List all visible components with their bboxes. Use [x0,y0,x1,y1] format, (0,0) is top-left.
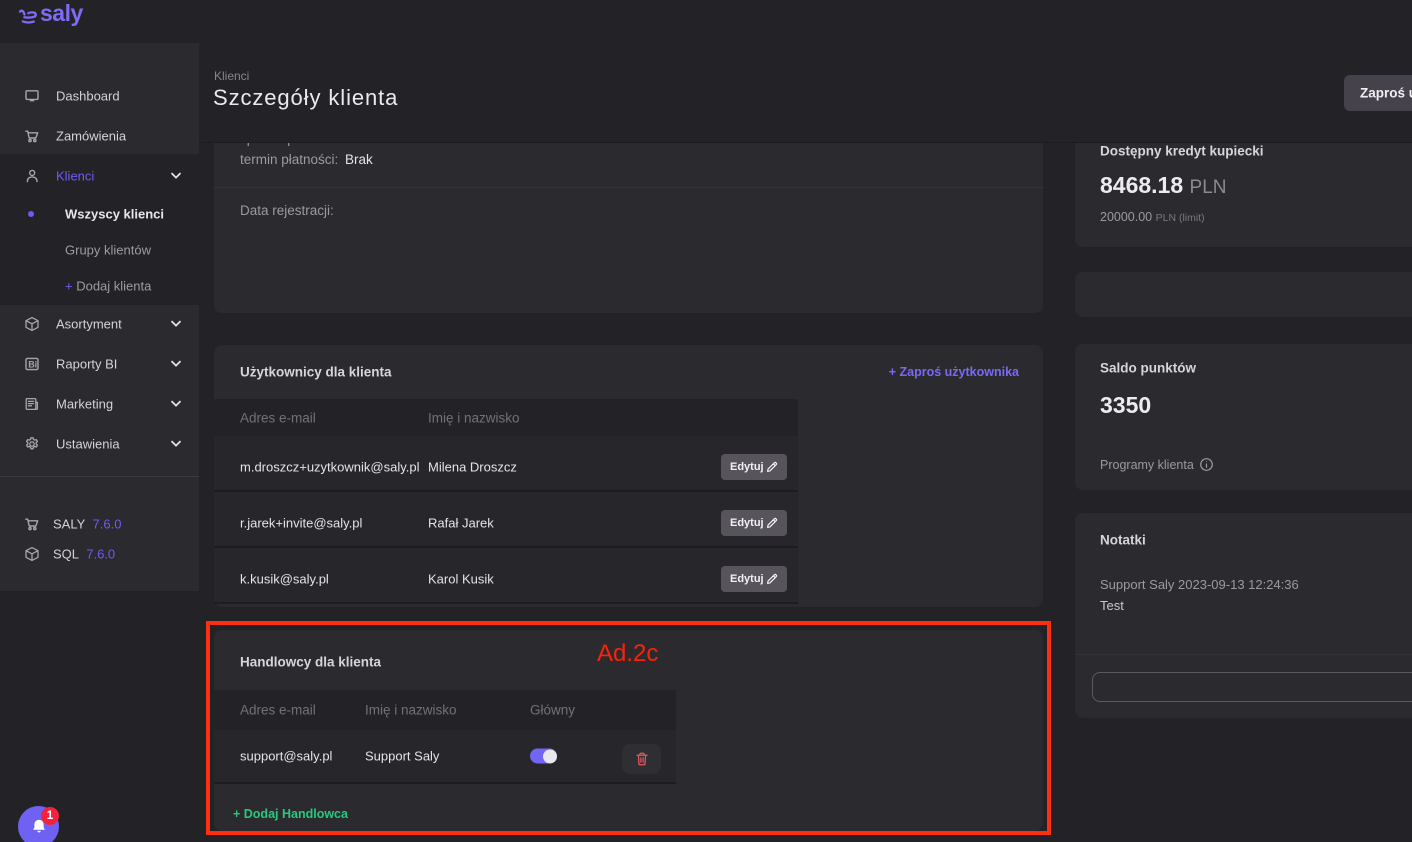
svg-text:Bi: Bi [28,359,37,369]
